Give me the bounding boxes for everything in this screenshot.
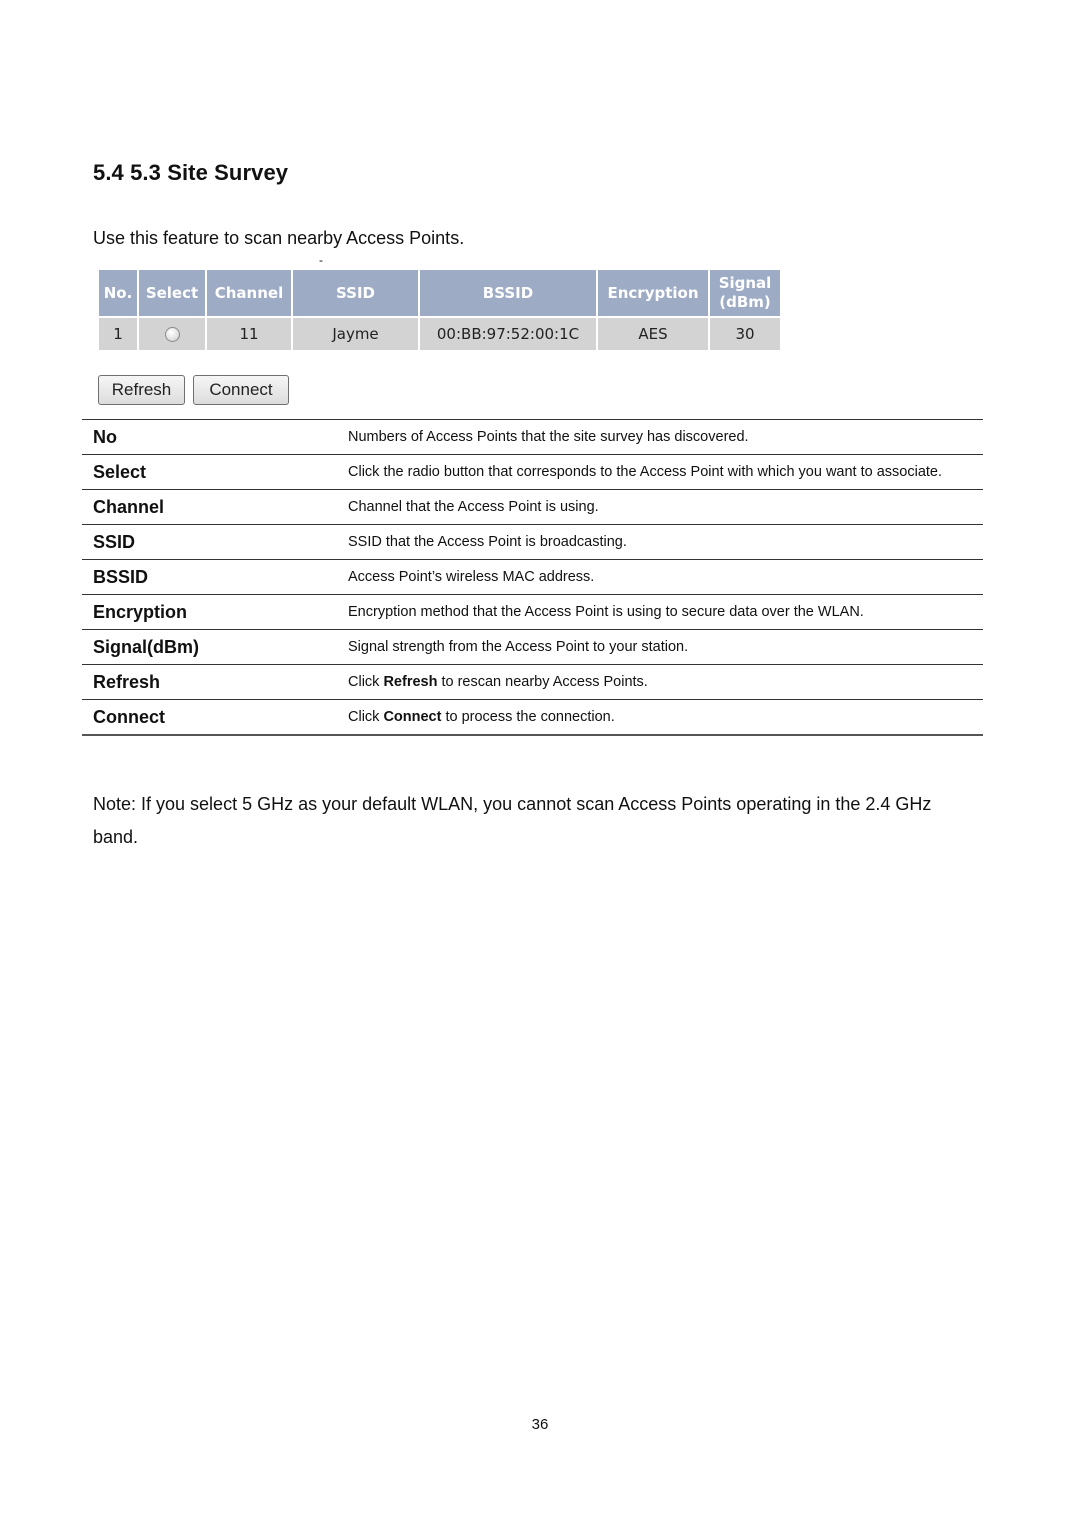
desc-connect-bold: Connect [383, 709, 442, 725]
term-select: Select [93, 462, 147, 482]
desc-channel: Channel that the Access Point is using. [348, 499, 599, 515]
cell-signal: 30 [710, 318, 780, 350]
site-survey-table: No. Select Channel SSID BSSID Encryption… [97, 268, 782, 352]
desc-connect: Click Connect to process the connection. [348, 700, 983, 736]
definition-row: BSSID Access Point’s wireless MAC addres… [82, 559, 983, 595]
survey-header-row: No. Select Channel SSID BSSID Encryption… [99, 270, 780, 316]
desc-encryption: Encryption method that the Access Point … [348, 604, 864, 620]
desc-refresh: Click Refresh to rescan nearby Access Po… [348, 665, 983, 700]
connect-button[interactable]: Connect [193, 375, 289, 405]
desc-signal: Signal strength from the Access Point to… [348, 639, 689, 655]
definition-row: Signal(dBm) Signal strength from the Acc… [82, 629, 983, 665]
table-row: 1 11 Jayme 00:BB:97:52:00:1C AES 30 [99, 318, 780, 350]
header-no: No. [99, 270, 137, 316]
term-bssid: BSSID [93, 567, 149, 587]
desc-refresh-post: to rescan nearby Access Points. [437, 674, 648, 690]
definitions-table: No Numbers of Access Points that the sit… [82, 419, 983, 736]
definition-row: No Numbers of Access Points that the sit… [82, 419, 983, 455]
cell-channel: 11 [207, 318, 291, 350]
term-ssid: SSID [93, 532, 136, 552]
desc-connect-pre: Click [348, 709, 384, 725]
cell-bssid: 00:BB:97:52:00:1C [420, 318, 596, 350]
definition-row: Connect Click Connect to process the con… [82, 699, 983, 736]
cell-encryption: AES [598, 318, 708, 350]
section-title: 5.4 5.3 Site Survey [93, 160, 289, 185]
header-signal-line1: Signal [718, 274, 772, 292]
cell-select [139, 318, 205, 350]
cell-ssid: Jayme [293, 318, 418, 350]
refresh-button[interactable]: Refresh [98, 375, 185, 405]
definition-row: Refresh Click Refresh to rescan nearby A… [82, 664, 983, 700]
desc-bssid: Access Point’s wireless MAC address. [348, 569, 595, 585]
desc-select: Click the radio button that corresponds … [348, 464, 943, 480]
desc-refresh-pre: Click [348, 674, 384, 690]
select-radio[interactable] [164, 327, 180, 342]
page-number: 36 [531, 1416, 549, 1433]
definition-row: Encryption Encryption method that the Ac… [82, 594, 983, 630]
term-connect: Connect [93, 707, 165, 727]
term-signal: Signal(dBm) [93, 637, 199, 657]
term-channel: Channel [93, 497, 165, 517]
header-signal: Signal (dBm) [710, 270, 780, 316]
definition-row: Channel Channel that the Access Point is… [82, 489, 983, 525]
definition-row: SSID SSID that the Access Point is broad… [82, 524, 983, 560]
term-refresh: Refresh [93, 672, 161, 692]
header-ssid: SSID [293, 270, 418, 316]
desc-ssid: SSID that the Access Point is broadcasti… [348, 534, 627, 550]
term-encryption: Encryption [93, 602, 188, 622]
stray-mark: - [319, 253, 323, 267]
desc-no: Numbers of Access Points that the site s… [348, 429, 749, 445]
header-signal-line2: (dBm) [719, 293, 771, 311]
desc-connect-post: to process the connection. [441, 709, 615, 725]
header-encryption: Encryption [598, 270, 708, 316]
cell-no: 1 [99, 318, 137, 350]
intro-text: Use this feature to scan nearby Access P… [93, 228, 465, 248]
header-select: Select [139, 270, 205, 316]
header-channel: Channel [207, 270, 291, 316]
term-no: No [93, 427, 117, 447]
desc-refresh-bold: Refresh [383, 674, 438, 690]
note-text: Note: If you select 5 GHz as your defaul… [93, 794, 932, 847]
definition-row: Select Click the radio button that corre… [82, 454, 983, 490]
header-bssid: BSSID [420, 270, 596, 316]
